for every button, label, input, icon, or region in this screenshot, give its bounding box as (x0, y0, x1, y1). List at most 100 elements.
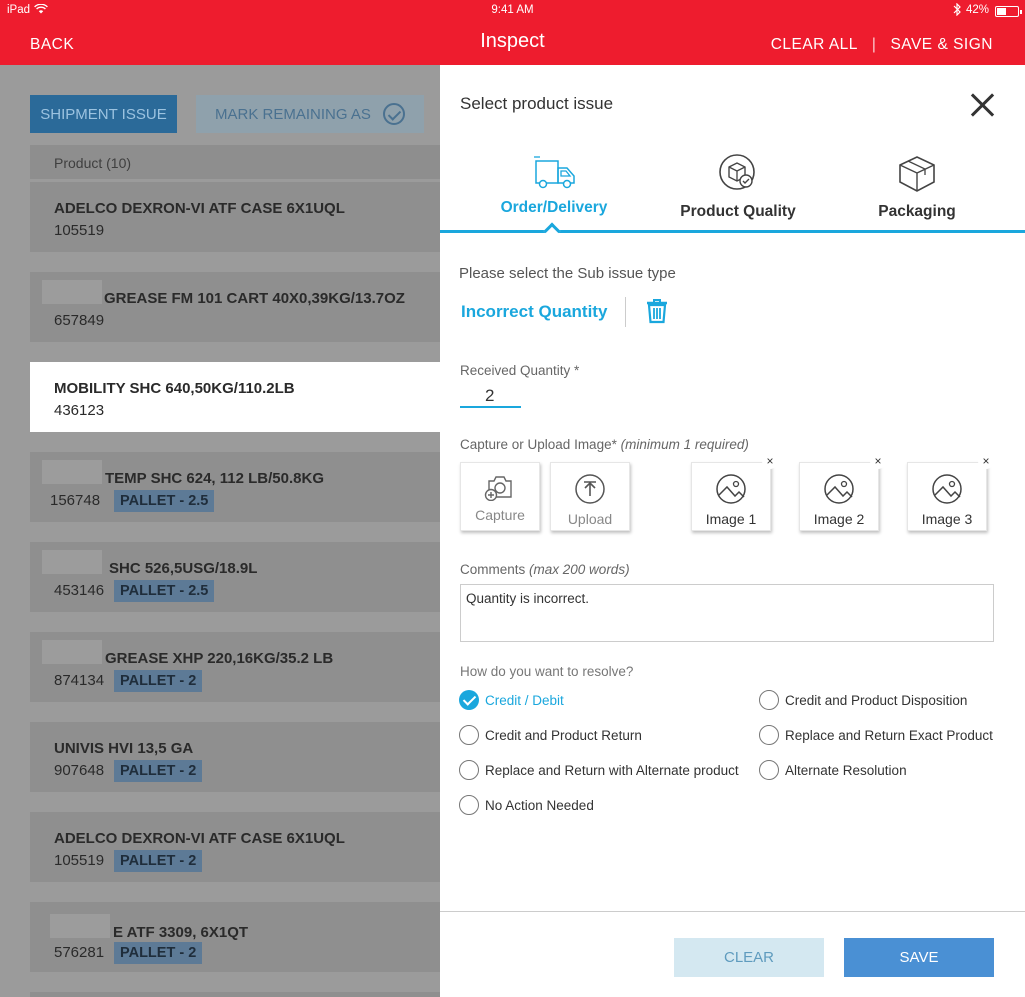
product-code: 156748 (50, 492, 101, 509)
tab-packaging[interactable]: Packaging (874, 153, 960, 221)
redacted-block (42, 460, 102, 484)
radio-alternate-resolution[interactable]: Alternate Resolution (759, 760, 907, 780)
pallet-badge: PALLET - 2 (114, 760, 203, 782)
radio-label: Replace and Return Exact Product (785, 727, 993, 743)
sub-issue-label: Please select the Sub issue type (459, 265, 676, 282)
nav-separator: | (871, 36, 877, 53)
capture-label-text: Capture (475, 507, 525, 523)
panel-title: Select product issue (460, 94, 614, 113)
radio-circle-icon (759, 725, 779, 745)
image-icon (716, 474, 746, 504)
product-code: 657849 (54, 312, 105, 329)
image-label: Image 3 (921, 511, 973, 527)
product-name: MOBILITY SHC 640,50KG/110.2LB (54, 380, 295, 397)
received-quantity-input[interactable]: 2 (460, 383, 521, 408)
shipment-issue-button[interactable]: SHIPMENT ISSUE (30, 95, 177, 133)
tab-underline (440, 230, 1025, 233)
save-sign-button[interactable]: SAVE & SIGN (890, 36, 993, 53)
remove-image-icon[interactable]: × (762, 453, 778, 469)
close-icon[interactable] (969, 92, 995, 118)
radio-label: Credit and Product Disposition (785, 692, 968, 708)
battery-icon (995, 6, 1022, 17)
product-item[interactable]: GREASE XHP 220,16KG/35.2 LB 874134 PALLE… (30, 632, 440, 702)
upload-button[interactable]: Upload (550, 462, 630, 531)
remove-image-icon[interactable]: × (978, 453, 994, 469)
product-item[interactable]: ADELCO DEXRON-VI ATF CASE 6X1UQL 105519 … (30, 812, 440, 882)
radio-circle-icon (459, 795, 479, 815)
truck-icon (534, 156, 575, 189)
footer-divider (440, 911, 1025, 912)
radio-replace-return-alternate[interactable]: Replace and Return with Alternate produc… (459, 760, 739, 780)
product-name: ADELCO DEXRON-VI ATF CASE 6X1UQL (54, 830, 345, 847)
tab-product-quality[interactable]: Product Quality (676, 153, 800, 221)
radio-replace-return-exact[interactable]: Replace and Return Exact Product (759, 725, 993, 745)
pallet-badge: PALLET - 2 (114, 942, 203, 964)
mark-remaining-button[interactable]: MARK REMAINING AS (196, 95, 424, 133)
tab-order-delivery[interactable]: Order/Delivery (495, 153, 613, 217)
status-bar: iPad 9:41 AM 42% (0, 0, 1025, 22)
redacted-block (42, 280, 102, 304)
product-code: 105519 (54, 222, 105, 239)
comments-textarea[interactable]: Quantity is incorrect. (460, 584, 994, 642)
radio-checked-icon (459, 690, 479, 710)
radio-circle-icon (459, 760, 479, 780)
product-item-selected[interactable]: MOBILITY SHC 640,50KG/110.2LB 436123 (30, 362, 440, 432)
product-list-pane: SHIPMENT ISSUE MARK REMAINING AS Product… (0, 65, 440, 997)
product-item[interactable] (30, 992, 440, 997)
clear-button[interactable]: CLEAR (674, 938, 824, 977)
battery-percent: 42% (965, 4, 989, 16)
image-label: Image 2 (813, 511, 865, 527)
radio-credit-product-disposition[interactable]: Credit and Product Disposition (759, 690, 967, 710)
product-name: E ATF 3309, 6X1QT (113, 924, 249, 941)
radio-label: Replace and Return with Alternate produc… (485, 762, 739, 778)
radio-no-action[interactable]: No Action Needed (459, 795, 594, 815)
image-thumbnail[interactable]: × Image 3 (907, 453, 994, 531)
product-name: ADELCO DEXRON-VI ATF CASE 6X1UQL (54, 200, 345, 217)
divider (625, 297, 626, 327)
product-code: 874134 (54, 672, 105, 689)
mark-remaining-label: MARK REMAINING AS (215, 105, 371, 123)
radio-label: Alternate Resolution (785, 762, 907, 778)
clear-all-button[interactable]: CLEAR ALL (771, 36, 858, 53)
radio-label: Credit and Product Return (485, 727, 642, 743)
nav-actions: CLEAR ALL | SAVE & SIGN (771, 36, 993, 54)
radio-label: No Action Needed (485, 797, 594, 813)
product-name: SHC 526,5USG/18.9L (109, 560, 258, 577)
product-name: GREASE FM 101 CART 40X0,39KG/13.7OZ (104, 290, 405, 307)
product-item[interactable]: E ATF 3309, 6X1QT 576281 PALLET - 2 (30, 902, 440, 972)
upload-label-text: Upload (567, 511, 613, 527)
product-code: 105519 (54, 852, 105, 869)
product-item[interactable]: TEMP SHC 624, 112 LB/50.8KG 156748 PALLE… (30, 452, 440, 522)
trash-icon[interactable] (645, 298, 669, 324)
product-item[interactable]: SHC 526,5USG/18.9L 453146 PALLET - 2.5 (30, 542, 440, 612)
product-item[interactable]: GREASE FM 101 CART 40X0,39KG/13.7OZ 6578… (30, 272, 440, 342)
active-tab-pointer (543, 222, 561, 240)
sub-issue-value[interactable]: Incorrect Quantity (461, 302, 607, 322)
product-item[interactable]: UNIVIS HVI 13,5 GA 907648 PALLET - 2 (30, 722, 440, 792)
pallet-badge: PALLET - 2.5 (114, 580, 215, 602)
check-circle-icon (382, 103, 405, 125)
pallet-badge: PALLET - 2 (114, 670, 203, 692)
product-code: 907648 (54, 762, 105, 779)
product-item[interactable]: ADELCO DEXRON-VI ATF CASE 6X1UQL 105519 (30, 182, 440, 252)
product-code: 453146 (54, 582, 105, 599)
product-name: UNIVIS HVI 13,5 GA (54, 740, 194, 757)
redacted-block (50, 914, 110, 938)
pallet-badge: PALLET - 2.5 (114, 490, 215, 512)
capture-button[interactable]: Capture (460, 462, 540, 531)
image-thumbnail[interactable]: × Image 1 (691, 453, 778, 531)
image-label: Image 1 (705, 511, 757, 527)
radio-credit-product-return[interactable]: Credit and Product Return (459, 725, 642, 745)
received-quantity-label: Received Quantity * (460, 363, 580, 378)
image-thumbnail[interactable]: × Image 2 (799, 453, 886, 531)
box-icon (899, 156, 935, 192)
comments-label: Comments (max 200 words) (460, 562, 630, 577)
tab-label: Packaging (878, 203, 956, 220)
remove-image-icon[interactable]: × (870, 453, 886, 469)
save-button[interactable]: SAVE (844, 938, 994, 977)
image-icon (824, 474, 854, 504)
camera-icon (484, 476, 512, 501)
radio-credit-debit[interactable]: Credit / Debit (459, 690, 564, 710)
radio-label: Credit / Debit (485, 692, 564, 708)
nav-bar: BACK Inspect CLEAR ALL | SAVE & SIGN (0, 22, 1025, 65)
